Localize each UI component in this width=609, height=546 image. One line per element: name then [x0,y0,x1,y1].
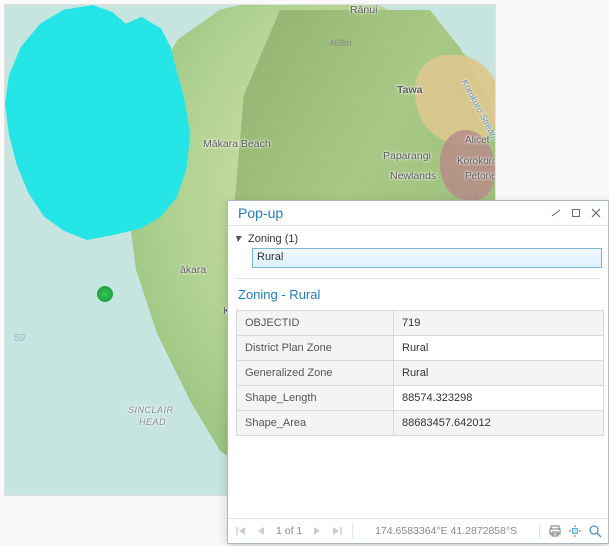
nav-prev-button[interactable] [252,523,270,539]
feature-tree-selected-item[interactable]: Rural [252,248,602,268]
popup-dock-button[interactable] [568,205,584,221]
depth-sounding-59: 59 [14,333,25,344]
popup-titlebar[interactable]: Pop-up [228,201,608,226]
place-label-paparangi: Paparangi [383,150,431,162]
attribute-value: 88683457.642012 [394,411,604,436]
feature-label-head: HEAD [139,417,166,427]
elevation-label-468m: 468m [329,38,352,48]
popup-close-button[interactable] [588,205,604,221]
footer-separator-2 [539,523,540,539]
attribute-value: 719 [394,311,604,336]
feature-tree-layer-label: Zoning (1) [248,233,298,245]
print-icon[interactable] [546,522,564,540]
nav-last-button[interactable] [328,523,346,539]
attribute-key: Generalized Zone [237,361,394,386]
attribute-key: District Plan Zone [237,336,394,361]
nav-next-button[interactable] [308,523,326,539]
select-feature-icon[interactable] [566,522,584,540]
feature-label-sinclair: SINCLAIR [128,405,174,415]
attribute-key: OBJECTID [237,311,394,336]
zoom-to-icon[interactable] [586,522,604,540]
attribute-key: Shape_Length [237,386,394,411]
identify-popup: Pop-up Zoning (1) Rural Zoning - Rural O… [227,200,609,544]
nav-first-button[interactable] [232,523,250,539]
attribute-value: Rural [394,336,604,361]
attribute-row[interactable]: District Plan ZoneRural [237,336,604,361]
popup-autohide-button[interactable] [548,205,564,221]
place-label-newlands: Newlands [390,170,436,182]
attribute-table: OBJECTID719District Plan ZoneRuralGenera… [236,310,604,436]
popup-section-title: Zoning - Rural [234,285,602,310]
attribute-row[interactable]: Shape_Length88574.323298 [237,386,604,411]
footer-separator-1 [352,523,353,539]
nav-position-label: 1 of 1 [272,525,306,537]
place-label-petone: Petone [465,171,496,182]
feature-tree-layer-row[interactable]: Zoning (1) [234,230,602,248]
place-label-korokoro: Korokoro [457,156,496,167]
popup-footer: 1 of 1 174.6583364°E 41.2872858°S [228,518,608,543]
place-label-alicetown: Alicet [465,135,489,146]
place-label-ranui: Rānui [350,4,377,16]
attribute-row[interactable]: Shape_Area88683457.642012 [237,411,604,436]
attribute-key: Shape_Area [237,411,394,436]
section-divider [236,278,600,279]
popup-title: Pop-up [232,205,544,221]
attribute-value: 88574.323298 [394,386,604,411]
attribute-row[interactable]: OBJECTID719 [237,311,604,336]
place-label-makara-beach: Mākara Beach [203,138,271,150]
attribute-value: Rural [394,361,604,386]
popup-body: Zoning (1) Rural Zoning - Rural OBJECTID… [228,226,608,518]
tree-collapse-icon[interactable] [234,234,244,244]
place-label-makara-clip: ākara [180,264,206,276]
attribute-row[interactable]: Generalized ZoneRural [237,361,604,386]
place-label-tawa: Tawa [397,84,422,96]
coordinate-readout: 174.6583364°E 41.2872858°S [359,525,533,537]
identify-click-point [97,286,113,302]
